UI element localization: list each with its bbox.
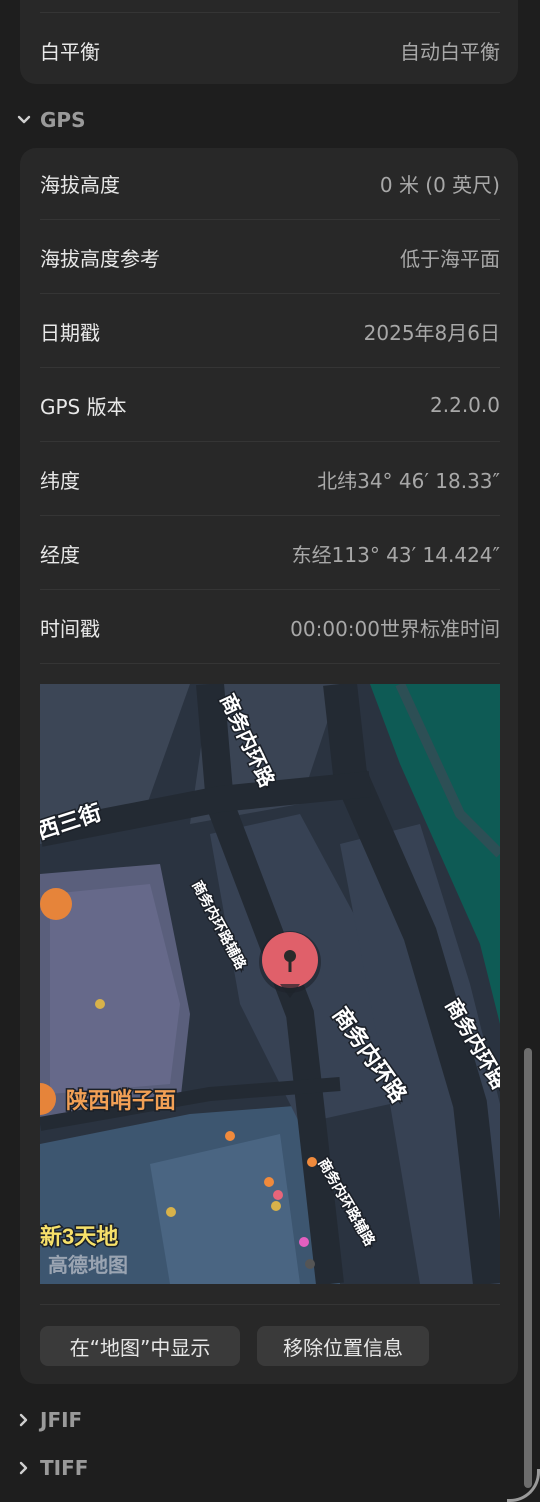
row-value: 自动白平衡	[400, 39, 500, 64]
row-value: 2025年8月6日	[363, 320, 500, 345]
row-value: 2.2.0.0	[430, 393, 500, 417]
row-label: 日期戳	[40, 320, 100, 345]
row-value: 东经113° 43′ 14.424″	[291, 542, 500, 567]
row-white-balance: 白平衡 自动白平衡	[40, 13, 500, 87]
show-in-maps-button[interactable]: 在“地图”中显示	[40, 1326, 240, 1366]
map-attribution: 高德地图	[48, 1253, 128, 1277]
row-value: 0 米 (0 英尺)	[379, 172, 500, 197]
chevron-right-icon	[14, 1410, 34, 1430]
poi-label: 新3天地	[40, 1224, 118, 1249]
row-label: 经度	[40, 542, 80, 567]
chevron-right-icon	[14, 1458, 34, 1478]
row-label: GPS 版本	[40, 394, 127, 419]
section-title: TIFF	[40, 1456, 89, 1480]
section-header-tiff[interactable]: TIFF	[14, 1453, 88, 1483]
divider	[40, 663, 500, 664]
window-corner	[507, 1469, 540, 1502]
row-label: 白平衡	[40, 39, 100, 64]
row-label: 海拔高度	[40, 172, 120, 197]
scrollbar[interactable]	[524, 1048, 532, 1488]
row-label: 时间戳	[40, 616, 100, 641]
row-value: 低于海平面	[400, 246, 500, 271]
chevron-down-icon	[14, 110, 34, 130]
restaurant-poi-icon	[40, 888, 72, 920]
section-title: JFIF	[40, 1408, 83, 1432]
section-title: GPS	[40, 108, 86, 132]
map-canvas: 商务内环路 西三街 商务内环路辅路 商务内环路 商务内环路辅路 商务内环路 陕西…	[40, 684, 500, 1284]
row-label: 纬度	[40, 468, 80, 493]
row-label: 海拔高度参考	[40, 246, 160, 271]
section-header-gps[interactable]: GPS	[14, 105, 85, 135]
divider	[40, 1304, 500, 1305]
section-header-jfif[interactable]: JFIF	[14, 1405, 82, 1435]
row-altitude-ref: 海拔高度参考 低于海平面	[40, 220, 500, 294]
row-longitude: 经度 东经113° 43′ 14.424″	[40, 516, 500, 590]
row-date-stamp: 日期戳 2025年8月6日	[40, 294, 500, 368]
remove-location-button[interactable]: 移除位置信息	[257, 1326, 429, 1366]
row-gps-version: GPS 版本 2.2.0.0	[40, 368, 500, 442]
row-time-stamp: 时间戳 00:00:00世界标准时间	[40, 590, 500, 664]
row-altitude: 海拔高度 0 米 (0 英尺)	[40, 146, 500, 220]
row-value: 北纬34° 46′ 18.33″	[317, 468, 500, 493]
location-map[interactable]: 商务内环路 西三街 商务内环路辅路 商务内环路 商务内环路辅路 商务内环路 陕西…	[40, 684, 500, 1284]
row-value: 00:00:00世界标准时间	[290, 616, 500, 641]
row-latitude: 纬度 北纬34° 46′ 18.33″	[40, 442, 500, 516]
poi-label: 陕西哨子面	[66, 1088, 176, 1113]
